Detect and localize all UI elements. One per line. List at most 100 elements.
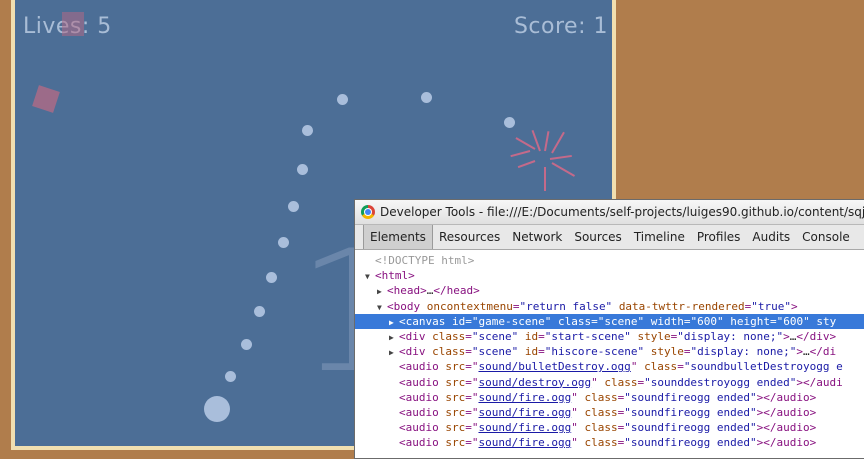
dom-tree-line[interactable]: <audio src="sound/fire.ogg" class="sound… — [355, 420, 864, 435]
devtools-titlebar[interactable]: Developer Tools - file:///E:/Documents/s… — [355, 200, 864, 225]
expanded-triangle-icon[interactable]: ▼ — [365, 269, 375, 284]
markup-token: src — [445, 421, 466, 435]
markup-token: = — [465, 405, 472, 419]
markup-token: class — [432, 329, 466, 343]
chrome-icon — [361, 205, 375, 219]
markup-token: id — [524, 329, 539, 343]
tab-elements[interactable]: Elements — [363, 225, 433, 249]
bullet — [266, 272, 277, 283]
bullet — [278, 237, 289, 248]
developer-tools-window[interactable]: Developer Tools - file:///E:/Documents/s… — [354, 199, 864, 459]
explosion-spark — [515, 137, 536, 150]
markup-token: "soundbulletDestroyogg e — [683, 360, 843, 374]
markup-token: "true" — [751, 299, 792, 313]
markup-token: "game-scene" — [471, 314, 552, 328]
dom-tree-line[interactable]: <audio src="sound/bulletDestroy.ogg" cla… — [355, 359, 864, 374]
markup-token: "display: none;" — [690, 345, 797, 359]
markup-token: id — [524, 345, 539, 359]
markup-token: "soundfireogg ended" — [624, 405, 757, 419]
dom-tree-line[interactable]: ▶ <head>…</head> — [355, 283, 864, 298]
markup-token: <!DOCTYPE html> — [375, 254, 475, 267]
markup-token: <div — [399, 329, 433, 343]
markup-token: <body — [387, 299, 427, 313]
bullet — [504, 117, 515, 128]
markup-token: class — [584, 390, 618, 404]
markup-token: <audio — [399, 360, 446, 374]
markup-token: </div> — [796, 329, 837, 343]
markup-token: = — [465, 360, 472, 374]
explosion-spark — [517, 160, 536, 169]
collapsed-triangle-icon[interactable]: ▶ — [389, 345, 399, 360]
dom-tree-line[interactable]: ▼ <body oncontextmenu="return false" data… — [355, 299, 864, 314]
markup-token: class — [584, 405, 618, 419]
resource-link[interactable]: sound/fire.ogg — [478, 391, 571, 404]
markup-token: <html> — [375, 269, 415, 283]
markup-token: " — [571, 421, 578, 435]
expanded-triangle-icon[interactable]: ▼ — [377, 300, 387, 315]
resource-link[interactable]: sound/bulletDestroy.ogg — [478, 360, 630, 373]
markup-token: "sounddestroyogg ended" — [644, 375, 797, 389]
resource-link[interactable]: sound/fire.ogg — [478, 421, 571, 434]
score-counter: Score: 1 — [513, 14, 608, 39]
markup-token — [612, 300, 619, 313]
markup-token: "soundfireogg ended" — [624, 390, 757, 404]
markup-token: " — [571, 390, 578, 404]
markup-token: class — [644, 360, 678, 374]
markup-token: "start-scene" — [544, 329, 631, 343]
tab-audits[interactable]: Audits — [746, 225, 796, 249]
tab-resources[interactable]: Resources — [433, 225, 506, 249]
bullet — [225, 371, 236, 382]
tab-network[interactable]: Network — [506, 225, 568, 249]
markup-token: class — [432, 345, 466, 359]
markup-token: src — [445, 390, 466, 404]
markup-token: " — [571, 405, 578, 419]
markup-token: <audio — [399, 390, 446, 404]
markup-token: height — [730, 314, 770, 328]
dom-tree-line[interactable]: ▶ <canvas id="game-scene" class="scene" w… — [355, 313, 864, 330]
markup-token: "scene" — [471, 329, 519, 343]
enemy-square — [62, 12, 84, 36]
tab-profiles[interactable]: Profiles — [691, 225, 747, 249]
player-ship — [204, 396, 230, 422]
markup-token: style — [637, 329, 671, 343]
bullet — [288, 201, 299, 212]
dom-tree-line[interactable]: <audio src="sound/fire.ogg" class="sound… — [355, 390, 864, 405]
markup-token: class — [604, 375, 638, 389]
dom-tree-line[interactable]: ▶ <div class="scene" id="hiscore-scene" s… — [355, 344, 864, 359]
markup-token: ></audio> — [756, 405, 817, 419]
markup-token — [551, 315, 558, 328]
dom-tree-line[interactable]: ▶ <div class="scene" id="start-scene" sty… — [355, 329, 864, 344]
dom-tree-line[interactable]: <!DOCTYPE html> — [355, 253, 864, 268]
devtools-tabbar: Elements Resources Network Sources Timel… — [355, 225, 864, 250]
markup-token: id — [451, 314, 466, 328]
dom-tree-line[interactable]: <audio src="sound/destroy.ogg" class="so… — [355, 375, 864, 390]
explosion-spark — [544, 167, 546, 191]
markup-token: = — [465, 345, 472, 359]
tab-sources[interactable]: Sources — [568, 225, 627, 249]
tab-timeline[interactable]: Timeline — [628, 225, 691, 249]
dom-tree-line[interactable]: ▼ <html> — [355, 268, 864, 283]
markup-token: </di — [809, 345, 837, 359]
markup-token: <audio — [399, 375, 446, 389]
explosion-spark — [544, 131, 550, 152]
tab-console[interactable]: Console — [796, 225, 856, 249]
markup-token: "soundfireogg ended" — [624, 421, 757, 435]
markup-token: width — [650, 314, 684, 328]
bullet — [297, 164, 308, 175]
markup-token: oncontextmenu — [426, 299, 513, 313]
resource-link[interactable]: sound/destroy.ogg — [478, 376, 591, 389]
markup-token: "display: none;" — [677, 329, 784, 343]
resource-link[interactable]: sound/fire.ogg — [478, 406, 571, 419]
markup-token: = — [465, 390, 472, 404]
explosion-spark — [510, 150, 531, 158]
collapsed-triangle-icon[interactable]: ▶ — [389, 330, 399, 345]
collapsed-triangle-icon[interactable]: ▶ — [389, 315, 399, 330]
bullet — [421, 92, 432, 103]
markup-token — [518, 345, 525, 358]
bullet — [337, 94, 348, 105]
dom-tree[interactable]: <!DOCTYPE html> ▼ <html> ▶ <head>…</head> ▼ <b… — [355, 250, 864, 450]
markup-token: src — [445, 360, 466, 374]
markup-token: "hiscore-scene" — [544, 345, 645, 359]
dom-tree-line[interactable]: <audio src="sound/fire.ogg" class="sound… — [355, 405, 864, 420]
collapsed-triangle-icon[interactable]: ▶ — [377, 284, 387, 299]
